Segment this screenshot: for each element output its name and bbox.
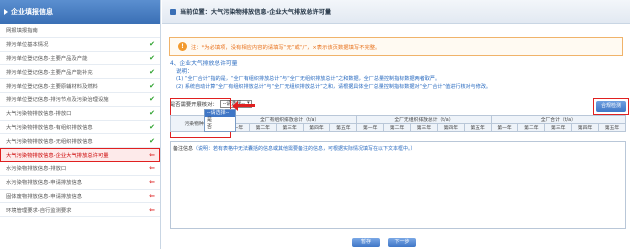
sidebar-item[interactable]: 网报填报指南	[0, 24, 160, 38]
check-icon: ✔	[149, 67, 155, 76]
sidebar-item[interactable]: 水污染物排放信息-申请排放信息 ⇐	[0, 176, 160, 190]
check-icon: ✔	[149, 53, 155, 62]
sidebar-item[interactable]: 水污染物排放信息-排放口 ⇐	[0, 162, 160, 176]
red-arrow-icon	[232, 100, 255, 111]
emission-table: 污染物种类 全厂有组织排放总计（t/a） 全厂无组织排放总计（t/a） 全厂合计…	[170, 115, 627, 132]
table-year-row: 第一年第二年第三年第四年第五年第一年第二年第三年第四年第五年第一年第二年第三年第…	[171, 123, 626, 132]
col-group-organized: 全厂有组织排放总计（t/a）	[221, 115, 358, 124]
col-year: 第五年	[329, 123, 358, 132]
explain-line-2: (2) 系统自动计算“全厂有组织排放总计”与“全厂无组织排放总计”之和，请根据具…	[176, 84, 492, 90]
check-icon: ✔	[149, 95, 155, 104]
col-group-total: 全厂合计（t/a）	[490, 115, 627, 124]
arrow-left-icon: ⇐	[149, 164, 155, 173]
col-year: 第三年	[544, 123, 573, 132]
table-header-row: 污染物种类 全厂有组织排放总计（t/a） 全厂无组织排放总计（t/a） 全厂合计…	[170, 115, 627, 132]
check-icon: ✔	[149, 136, 155, 145]
sidebar-item[interactable]: 环境管理要求-自行监测要求 ⇐	[0, 203, 160, 218]
sidebar-item[interactable]: 排污单位登记信息-主要产品及产能 ✔	[0, 52, 160, 66]
col-year: 第四年	[302, 123, 331, 132]
save-button[interactable]: 暂存	[352, 238, 380, 247]
sidebar-item[interactable]: 大气污染物排放信息-排放口 ✔	[0, 107, 160, 121]
breadcrumb-text: 当前位置：大气污染物排放信息-企业大气排放总许可量	[180, 9, 332, 16]
check-icon: ✔	[149, 40, 155, 49]
sidebar-item[interactable]: 排污单位登记信息-主要原辅材料及燃料 ✔	[0, 79, 160, 93]
note-hint: （说明：若有表格中无法囊括的信息或其他需要备注的信息，可根据实际情况填写在以下文…	[193, 146, 416, 152]
check-icon: ✔	[149, 109, 155, 118]
sidebar-item-label: 水污染物排放信息-排放口	[6, 166, 67, 173]
sidebar-item-label: 排污单位登记信息-主要原辅材料及燃料	[6, 83, 98, 90]
col-year: 第二年	[248, 123, 277, 132]
compliance-check-button[interactable]: 合规检测	[596, 101, 626, 112]
sidebar-title-text: 企业填报信息	[11, 8, 53, 16]
triangle-icon	[4, 9, 8, 15]
sidebar-item-label: 排污单位登记信息-排污节点及污染治理设施	[6, 97, 109, 104]
col-year: 第五年	[463, 123, 492, 132]
compliance-check-highlight: 合规检测	[593, 98, 629, 115]
sidebar-item-label: 大气污染物排放信息-有组织排放信息	[6, 124, 93, 131]
sidebar-item-label: 大气污染物排放信息-无组织排放信息	[6, 138, 93, 145]
sidebar-item[interactable]: 排污单位登记信息-主要产品产能补充 ✔	[0, 65, 160, 80]
explain-label: 说明：	[176, 69, 193, 75]
arrow-left-icon: ⇐	[149, 191, 155, 200]
dropdown-option[interactable]: 是	[205, 117, 235, 124]
sidebar-item[interactable]: 固体废物排放信息-申请排放信息 ⇐	[0, 190, 160, 204]
check-icon: ✔	[149, 122, 155, 131]
dropdown-option[interactable]: --请选择--	[205, 110, 235, 117]
sidebar-item-label: 环境管理要求-自行监测要求	[6, 207, 72, 214]
col-year: 第四年	[571, 123, 600, 132]
sidebar-item-label: 排污单位登记信息-主要产品产能补充	[6, 69, 93, 76]
sidebar-item-label: 排污单位登记信息-主要产品及产能	[6, 55, 88, 62]
col-year: 第一年	[356, 123, 385, 132]
next-button[interactable]: 下一步	[388, 238, 416, 247]
col-group-unorganized: 全厂无组织排放总计（t/a）	[356, 115, 492, 124]
warning-icon: !	[178, 42, 187, 51]
sidebar-item[interactable]: 排污单位基本情况 ✔	[0, 38, 160, 52]
location-icon	[170, 8, 176, 15]
sidebar-item-label: 固体废物排放信息-申请排放信息	[6, 193, 83, 200]
exceed-dropdown: --请选择-- 是 否	[204, 109, 236, 132]
col-year: 第四年	[436, 123, 465, 132]
col-year: 第三年	[275, 123, 304, 132]
sidebar-item-label: 大气污染物排放信息-排放口	[6, 111, 72, 118]
arrow-left-icon: ⇐	[149, 205, 155, 214]
sidebar-item[interactable]: 大气污染物排放信息-无组织排放信息 ✔	[0, 134, 160, 149]
note-label: 备注信息	[173, 146, 194, 152]
sidebar-item-label: 大气污染物排放信息-企业大气排放总许可量	[6, 152, 109, 159]
arrow-left-icon: ⇐	[149, 150, 155, 159]
notice-text: 注：*为必填项，没有相应内容的请填写“无”或“/”，×表示该页数据填写不完整。	[191, 44, 381, 51]
col-year: 第二年	[517, 123, 546, 132]
sidebar-item-label: 排污单位基本情况	[6, 42, 49, 49]
arrow-left-icon: ⇐	[149, 178, 155, 187]
check-icon: ✔	[149, 81, 155, 90]
sidebar-item[interactable]: 大气污染物排放信息-有组织排放信息 ✔	[0, 121, 160, 135]
col-year: 第一年	[490, 123, 519, 132]
sidebar-title: 企业填报信息	[0, 0, 160, 24]
explain-line-1: (1) “全厂合计”指的是，“全厂有组织排放总计”与“全厂无组织排放总计”之和数…	[176, 76, 441, 82]
section-title: 4、企业大气排放总许可量	[170, 61, 238, 67]
col-year: 第五年	[598, 123, 626, 132]
sidebar-item[interactable]: 排污单位登记信息-排污节点及污染治理设施 ✔	[0, 93, 160, 107]
sidebar-item-label: 水污染物排放信息-申请排放信息	[6, 180, 83, 187]
sidebar-item-label: 网报填报指南	[6, 28, 38, 35]
sidebar: 企业填报信息 网报填报指南 排污单位基本情况 ✔ 排污单位登记信息-主要产品及产能 ✔ 排…	[0, 0, 161, 249]
col-year: 第二年	[383, 123, 412, 132]
dropdown-option[interactable]: 否	[205, 124, 235, 131]
note-area[interactable]: 备注信息 （说明：若有表格中无法囊括的信息或其他需要备注的信息，可根据实际情况填…	[170, 141, 626, 229]
notice-banner: ! 注：*为必填项，没有相应内容的请填写“无”或“/”，×表示该页数据填写不完整…	[169, 37, 623, 56]
main-panel: 当前位置：大气污染物排放信息-企业大气排放总许可量 ! 注：*为必填项，没有相应…	[162, 0, 630, 249]
col-year: 第三年	[410, 123, 438, 132]
breadcrumb: 当前位置：大气污染物排放信息-企业大气排放总许可量	[162, 0, 630, 24]
sidebar-item[interactable]: 大气污染物排放信息-企业大气排放总许可量 ⇐	[0, 148, 160, 162]
